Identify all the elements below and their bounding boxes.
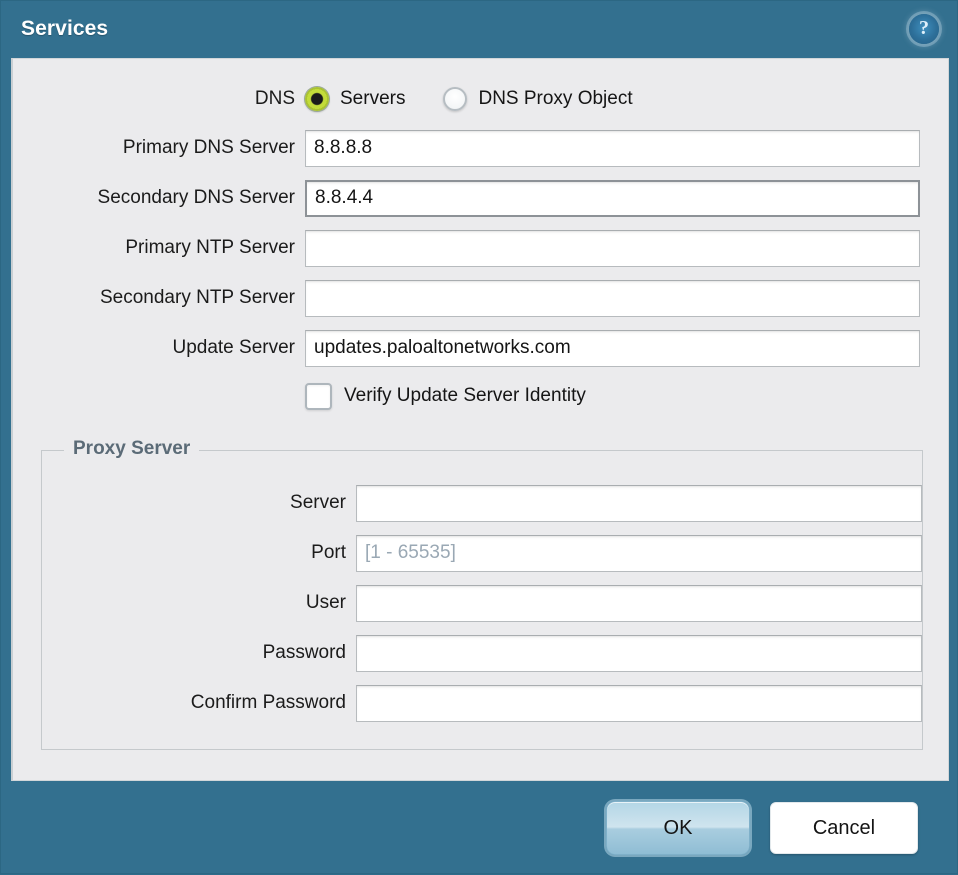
input-proxy-port[interactable]: [1 - 65535] xyxy=(356,535,922,572)
input-proxy-server[interactable] xyxy=(356,485,922,522)
checkbox-verify-update-server-identity[interactable] xyxy=(305,383,332,410)
cancel-button[interactable]: Cancel xyxy=(770,802,918,854)
dns-mode-row: DNS Servers DNS Proxy Object xyxy=(13,59,948,123)
services-dialog: Services ? DNS Servers DNS Proxy Object … xyxy=(0,0,958,874)
label-secondary-dns-server: Secondary DNS Server xyxy=(13,187,305,209)
dialog-title: Services xyxy=(21,17,909,41)
row-proxy-password: Password xyxy=(42,628,922,678)
row-secondary-dns-server: Secondary DNS Server 8.8.4.4 xyxy=(13,173,948,223)
input-primary-ntp-server[interactable] xyxy=(305,230,920,267)
row-secondary-ntp-server: Secondary NTP Server xyxy=(13,273,948,323)
dialog-content-panel: DNS Servers DNS Proxy Object Primary DNS… xyxy=(11,58,949,781)
row-primary-dns-server: Primary DNS Server 8.8.8.8 xyxy=(13,123,948,173)
placeholder-proxy-port: [1 - 65535] xyxy=(365,542,456,564)
row-proxy-user: User xyxy=(42,578,922,628)
label-proxy-server: Server xyxy=(42,492,356,514)
label-proxy-confirm-password: Confirm Password xyxy=(42,692,356,714)
input-secondary-ntp-server[interactable] xyxy=(305,280,920,317)
label-proxy-password: Password xyxy=(42,642,356,664)
row-update-server: Update Server updates.paloaltonetworks.c… xyxy=(13,323,948,373)
help-circle-icon[interactable]: ? xyxy=(909,14,939,44)
radio-servers-label: Servers xyxy=(340,88,405,110)
proxy-server-fieldset: Proxy Server Server Port [1 - 65535] Use… xyxy=(41,450,923,750)
row-verify-update-server-identity: Verify Update Server Identity xyxy=(13,373,948,419)
input-primary-dns-server[interactable]: 8.8.8.8 xyxy=(305,130,920,167)
dialog-footer: OK Cancel xyxy=(1,781,958,875)
radio-dns-proxy-object-indicator[interactable] xyxy=(443,87,467,111)
radio-servers-indicator[interactable] xyxy=(305,87,329,111)
input-secondary-dns-server[interactable]: 8.8.4.4 xyxy=(305,180,920,217)
row-proxy-confirm-password: Confirm Password xyxy=(42,678,922,728)
row-proxy-port: Port [1 - 65535] xyxy=(42,528,922,578)
ok-button[interactable]: OK xyxy=(606,801,750,855)
input-proxy-user[interactable] xyxy=(356,585,922,622)
input-proxy-confirm-password[interactable] xyxy=(356,685,922,722)
label-secondary-ntp-server: Secondary NTP Server xyxy=(13,287,305,309)
radio-option-servers[interactable]: Servers xyxy=(305,87,405,111)
proxy-server-legend: Proxy Server xyxy=(64,438,199,460)
label-update-server: Update Server xyxy=(13,337,305,359)
input-proxy-password[interactable] xyxy=(356,635,922,672)
label-proxy-user: User xyxy=(42,592,356,614)
dialog-titlebar: Services ? xyxy=(1,1,957,56)
radio-option-dns-proxy-object[interactable]: DNS Proxy Object xyxy=(443,87,632,111)
label-primary-ntp-server: Primary NTP Server xyxy=(13,237,305,259)
label-primary-dns-server: Primary DNS Server xyxy=(13,137,305,159)
label-verify-update-server-identity: Verify Update Server Identity xyxy=(344,385,586,407)
row-primary-ntp-server: Primary NTP Server xyxy=(13,223,948,273)
dns-label: DNS xyxy=(13,88,305,110)
radio-dns-proxy-object-label: DNS Proxy Object xyxy=(478,88,632,110)
input-update-server[interactable]: updates.paloaltonetworks.com xyxy=(305,330,920,367)
row-proxy-server: Server xyxy=(42,478,922,528)
label-proxy-port: Port xyxy=(42,542,356,564)
help-question-glyph: ? xyxy=(919,18,929,38)
proxy-server-body: Server Port [1 - 65535] User Password Co… xyxy=(42,451,922,728)
